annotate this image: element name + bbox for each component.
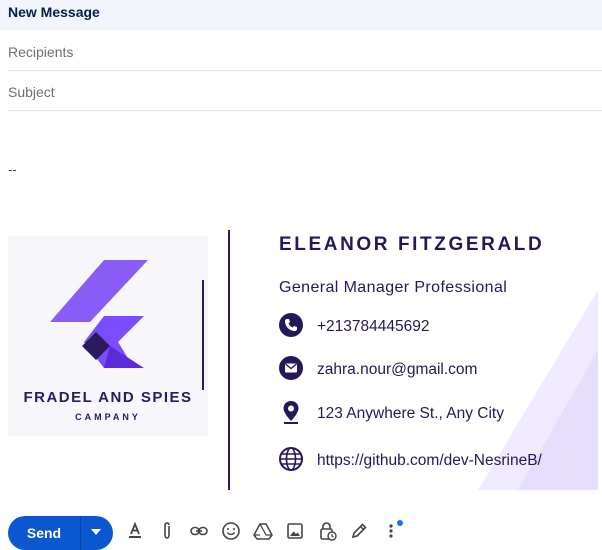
send-options-button[interactable]: [81, 516, 113, 550]
attach-icon: [164, 522, 170, 539]
emoji-button[interactable]: [220, 520, 242, 542]
email-address[interactable]: zahra.nour@gmail.com: [317, 361, 477, 379]
street-address: 123 Anywhere St., Any City: [317, 405, 504, 422]
signature-button[interactable]: [348, 520, 370, 542]
logo-icon: [50, 260, 148, 368]
text-format-button[interactable]: [124, 520, 146, 542]
send-button[interactable]: Send: [8, 516, 80, 550]
subject-placeholder[interactable]: Subject: [8, 84, 55, 100]
globe-icon: [279, 447, 303, 471]
location-pin-icon: [283, 401, 299, 424]
company-logo: FRADEL AND SPIES CAMPANY: [8, 236, 208, 436]
compose-toolbar: Send: [0, 512, 602, 550]
recipients-placeholder[interactable]: Recipients: [8, 44, 73, 60]
image-icon: [287, 523, 303, 539]
send-button-group: Send: [8, 516, 113, 550]
website-link[interactable]: https://github.com/dev-NesrineB/: [317, 452, 542, 470]
signature-name: ELEANOR FITZGERALD: [279, 234, 545, 255]
drive-icon: [253, 523, 273, 540]
compose-title: New Message: [8, 4, 100, 20]
drive-button[interactable]: [252, 520, 274, 542]
lock-clock-icon: [320, 522, 337, 541]
pen-icon: [351, 523, 367, 539]
recipients-field[interactable]: Recipients: [8, 31, 602, 71]
phone-number: +213784445692: [317, 318, 430, 335]
signature-separator: --: [8, 162, 17, 177]
subject-field[interactable]: Subject: [8, 71, 602, 111]
signature-role: General Manager Professional: [279, 279, 508, 296]
confidential-mode-button[interactable]: [316, 520, 338, 542]
compose-header: New Message: [0, 0, 602, 30]
emoji-icon: [222, 522, 240, 540]
company-name: FRADEL AND SPIES: [23, 389, 193, 406]
insert-link-button[interactable]: [188, 520, 210, 542]
attach-button[interactable]: [156, 520, 178, 542]
chevron-down-icon: [91, 529, 101, 535]
company-subtitle: CAMPANY: [75, 412, 141, 422]
signature-divider: [228, 230, 230, 490]
notification-dot: [397, 520, 403, 526]
email-signature: FRADEL AND SPIES CAMPANY ELEANOR FITZGER…: [8, 230, 602, 492]
insert-photo-button[interactable]: [284, 520, 306, 542]
text-format-icon: [129, 521, 141, 538]
link-icon: [190, 526, 208, 536]
phone-icon: [279, 313, 303, 337]
email-icon: [279, 356, 303, 380]
logo-divider: [202, 280, 204, 390]
